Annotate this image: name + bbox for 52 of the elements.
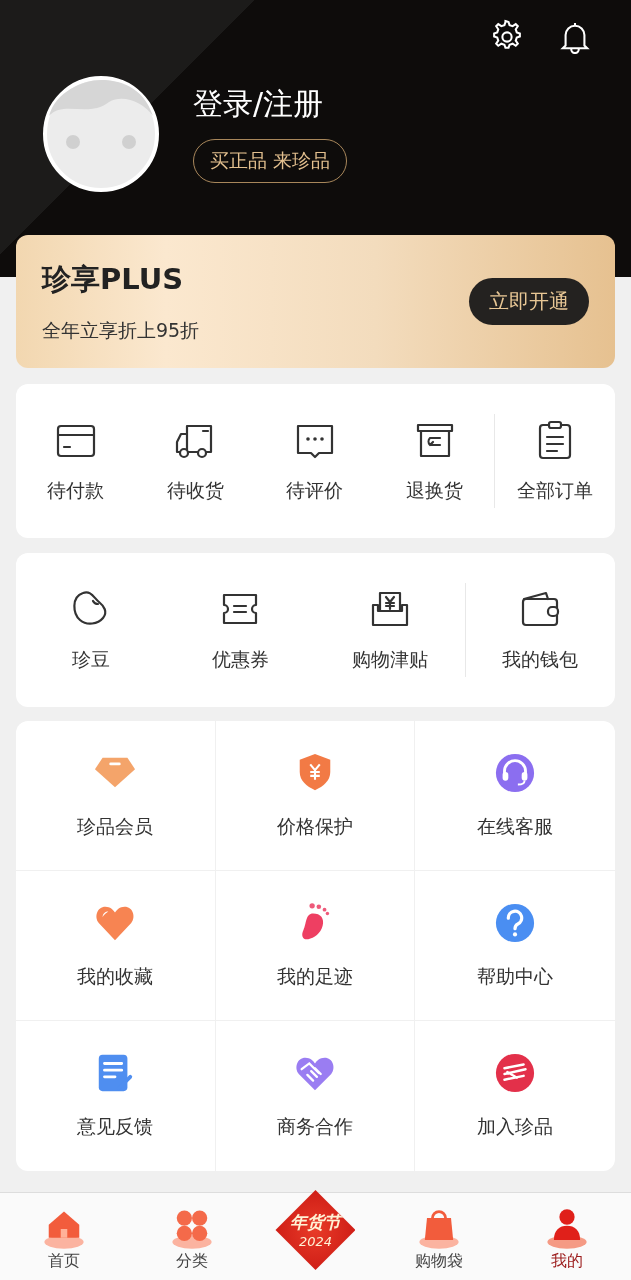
service-item[interactable]: 帮助中心: [415, 871, 615, 1021]
service-item[interactable]: 珍品会员: [16, 721, 216, 871]
item-label: 帮助中心: [477, 963, 554, 989]
item-label: 全部订单: [517, 478, 594, 503]
item-label: 我的钱包: [502, 647, 579, 672]
order-status-item[interactable]: 待评价: [255, 418, 375, 504]
item-label: 商务合作: [277, 1114, 353, 1139]
tab-item[interactable]: 分类: [147, 1207, 238, 1272]
service-item[interactable]: 我的收藏: [16, 871, 216, 1021]
item-label: 优惠券: [211, 647, 269, 672]
item-label: 购物津贴: [351, 647, 428, 672]
tab-item[interactable]: 我的: [521, 1207, 612, 1272]
item-label: 待付款: [47, 478, 105, 503]
tab-item[interactable]: 首页: [19, 1207, 110, 1272]
item-label: 珍品会员: [77, 813, 154, 839]
order-status-item[interactable]: 待收货: [135, 418, 256, 504]
plus-subtitle: 全年立享折上95折: [42, 317, 200, 343]
asset-item[interactable]: 我的钱包: [465, 587, 615, 673]
item-label: 我的收藏: [77, 963, 154, 989]
service-item[interactable]: 意见反馈: [16, 1021, 216, 1171]
service-item[interactable]: 加入珍品: [415, 1021, 615, 1171]
item-label: 我的足迹: [277, 963, 353, 989]
item-label: 价格保护: [277, 813, 353, 839]
item-label: 待评价: [286, 478, 344, 503]
item-label: 珍豆: [71, 647, 110, 672]
striped-circle-icon: [494, 1052, 537, 1094]
asset-item[interactable]: 珍豆: [16, 587, 166, 673]
festival-badge[interactable]: 年货节 2024: [275, 1190, 356, 1270]
activate-button[interactable]: 立即开通: [469, 278, 589, 325]
avatar[interactable]: [43, 76, 159, 192]
order-status-item[interactable]: 待付款: [16, 418, 136, 504]
order-status-item[interactable]: 全部订单: [495, 418, 615, 504]
notification-bell-icon[interactable]: [559, 20, 591, 54]
item-label: 在线客服: [477, 813, 554, 839]
service-item[interactable]: 商务合作: [215, 1021, 416, 1171]
item-label: 加入珍品: [477, 1114, 554, 1139]
asset-item[interactable]: 优惠券: [165, 587, 315, 673]
service-item[interactable]: 价格保护: [215, 721, 416, 871]
tab-item[interactable]: 购物袋: [393, 1207, 484, 1272]
item-label: 待收货: [166, 478, 224, 503]
service-item[interactable]: 在线客服: [415, 721, 615, 871]
item-label: 退换货: [406, 478, 464, 503]
service-item[interactable]: 我的足迹: [215, 871, 416, 1021]
plus-membership-card[interactable]: 珍享PLUS 全年立享折上95折 立即开通: [16, 235, 615, 368]
settings-icon[interactable]: [493, 19, 521, 49]
item-label: 意见反馈: [77, 1114, 154, 1139]
asset-item[interactable]: 购物津贴: [315, 587, 465, 673]
plus-title: 珍享PLUS: [42, 260, 185, 298]
question-icon: [494, 901, 537, 944]
headset-icon: [494, 751, 537, 794]
login-register-link[interactable]: 登录/注册: [193, 85, 324, 123]
order-status-item[interactable]: 退换货: [374, 418, 495, 504]
